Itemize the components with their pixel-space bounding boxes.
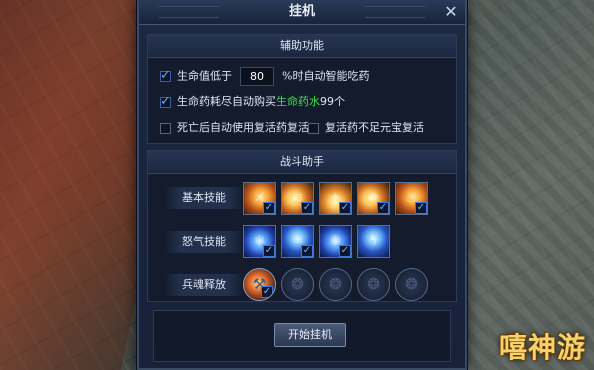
skill-check-icon: ✓ [377,202,389,214]
action-panel: 开始挂机 [153,310,451,362]
skill-check-icon: ✓ [263,245,275,257]
auto-revive-label: 死亡后自动使用复活药复活 [177,121,309,134]
ice-storm-skill-icon[interactable]: ❄ ✓ [243,225,276,258]
gold-revive-label: 复活药不足元宝复活 [325,121,424,134]
skill-check-icon: ✓ [339,245,351,257]
basic-skills-label: 基本技能 [164,187,244,209]
fire-slash-skill-icon[interactable]: ⚔ ✓ [243,182,276,215]
empty-soul-slot-icon[interactable]: ❂ [319,268,352,301]
close-icon[interactable]: ✕ [441,2,461,22]
skill-glyph: ϟ [368,233,379,249]
skill-check-icon: ✓ [263,202,275,214]
potion-name-link[interactable]: 生命药水 [276,95,320,108]
empty-soul-slot-icon[interactable]: ❂ [357,268,390,301]
skill-check-icon: ✓ [415,202,427,214]
skill-check-icon: ✓ [301,202,313,214]
flame-burst-skill-icon[interactable]: ✦ ✓ [319,182,352,215]
title-ornament-left [159,6,219,18]
rage-skills-label: 怒气技能 [164,231,244,253]
combat-section: 战斗助手 基本技能 怒气技能 兵魂释放 ⚔ ✓ ≋ ✓ ✦ ✓ ✹ ✓ ♨ ✓ ❄ ✓ ≈ ✓… [147,150,457,302]
empty-soul-slot-icon[interactable]: ❂ [281,268,314,301]
auto-potion-label-suffix: %时自动智能吃药 [282,69,370,83]
auto-buy-row: 生命药耗尽自动购买生命药水99个 [160,93,345,109]
skill-check-icon: ✓ [301,245,313,257]
frost-wave-skill-icon[interactable]: ≈ ✓ [281,225,314,258]
auto-revive-checkbox[interactable] [160,122,171,134]
auto-buy-checkbox[interactable] [160,94,171,109]
skill-check-icon: ✓ [261,286,273,298]
slot-glyph: ❂ [367,275,380,293]
background-floor-tiles [464,0,594,370]
fire-strike-skill-icon[interactable]: ✹ ✓ [357,182,390,215]
site-watermark: 嘻神游 [498,331,586,364]
skill-check-icon: ✓ [339,202,351,214]
assist-section-header: 辅助功能 [148,35,456,58]
gold-revive-checkbox[interactable] [308,122,319,134]
hp-threshold-input[interactable]: 80 [240,67,274,86]
auto-buy-label-suffix: 99个 [320,95,345,108]
combat-section-header: 战斗助手 [148,151,456,174]
auto-potion-label-prefix: 生命值低于 [177,69,232,83]
start-auto-battle-button[interactable]: 开始挂机 [274,323,346,347]
auto-revive-row: 死亡后自动使用复活药复活 [160,119,309,135]
window-title: 挂机 [288,4,315,19]
gold-revive-row: 复活药不足元宝复活 [308,119,424,135]
soul-release-label: 兵魂释放 [164,274,244,296]
assist-section: 辅助功能 生命值低于 80 %时自动智能吃药 生命药耗尽自动购买生命药水99个 死亡… [147,34,457,144]
title-ornament-right [365,6,425,18]
fire-sweep-skill-icon[interactable]: ≋ ✓ [281,182,314,215]
auto-potion-checkbox[interactable] [160,68,171,83]
auto-potion-row: 生命值低于 80 %时自动智能吃药 [160,67,369,86]
blaze-skill-icon[interactable]: ♨ ✓ [395,182,428,215]
slot-glyph: ❂ [291,275,304,293]
slot-glyph: ❂ [329,275,342,293]
lightning-skill-icon[interactable]: ϟ [357,225,390,258]
auto-buy-label-prefix: 生命药耗尽自动购买 [177,95,276,108]
empty-soul-slot-icon[interactable]: ❂ [395,268,428,301]
slot-glyph: ❂ [405,275,418,293]
ice-beast-skill-icon[interactable]: ✺ ✓ [319,225,352,258]
hammer-soul-icon[interactable]: ⚒ ✓ [243,268,276,301]
auto-battle-window: 挂机 ✕ 辅助功能 生命值低于 80 %时自动智能吃药 生命药耗尽自动购买生命药水9… [137,0,467,370]
window-titlebar: 挂机 ✕ [139,0,465,25]
